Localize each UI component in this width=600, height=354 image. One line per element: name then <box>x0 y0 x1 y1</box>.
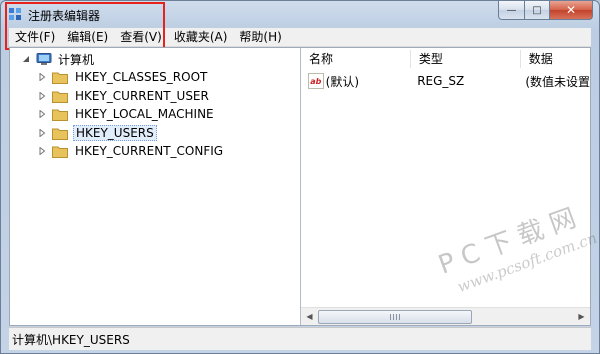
close-button[interactable]: ✕ <box>550 1 593 20</box>
tree-root-row[interactable]: 计算机 <box>22 50 96 68</box>
expanded-arrow-icon[interactable] <box>22 55 30 63</box>
folder-icon <box>52 91 68 103</box>
tree-item-hkey-classes-root[interactable]: HKEY_CLASSES_ROOT <box>38 68 209 86</box>
tree-item-hkey-local-machine[interactable]: HKEY_LOCAL_MACHINE <box>38 105 216 123</box>
tree-root-label: 计算机 <box>58 52 95 67</box>
caption-buttons: — □ ✕ <box>498 1 593 20</box>
minimize-button[interactable]: — <box>498 1 525 20</box>
column-header-name[interactable]: 名称 <box>301 48 410 70</box>
registry-editor-window: 注册表编辑器 — □ ✕ 文件(F) 编辑(E) 查看(V) 收藏夹(A) 帮助… <box>0 0 600 354</box>
column-header-data[interactable]: 数据 <box>521 48 590 70</box>
maximize-icon: □ <box>532 4 542 16</box>
folder-icon <box>52 128 68 140</box>
status-path: 计算机\HKEY_USERS <box>12 332 130 347</box>
list-row[interactable]: ab (默认) REG_SZ (数值未设置 <box>301 72 590 90</box>
maximize-button[interactable]: □ <box>525 1 550 20</box>
scrollbar-thumb[interactable] <box>318 310 472 324</box>
tree-item-label: HKEY_CLASSES_ROOT <box>75 70 208 84</box>
tree-item-label-selected: HKEY_USERS <box>73 125 157 141</box>
scroll-left-arrow-icon[interactable]: ◀ <box>301 308 318 325</box>
key-tree-pane[interactable]: 计算机 HKEY_CLASSES_ROOT HKEY_CURRENT_USER … <box>10 48 301 325</box>
collapsed-arrow-icon[interactable] <box>38 73 46 81</box>
value-type: REG_SZ <box>417 74 465 88</box>
folder-icon <box>52 109 68 121</box>
tree-item-hkey-users[interactable]: HKEY_USERS <box>38 124 157 142</box>
value-name: (默认) <box>325 74 360 89</box>
column-header-type[interactable]: 类型 <box>411 48 520 70</box>
scroll-right-arrow-icon[interactable]: ▶ <box>573 308 590 325</box>
collapsed-arrow-icon[interactable] <box>38 147 46 155</box>
horizontal-scrollbar[interactable]: ◀ ▶ <box>301 307 590 325</box>
column-headers: 名称 类型 数据 <box>301 48 590 70</box>
menu-help[interactable]: 帮助(H) <box>233 28 287 46</box>
menu-favorites[interactable]: 收藏夹(A) <box>168 28 234 46</box>
tree-item-hkey-current-user[interactable]: HKEY_CURRENT_USER <box>38 87 211 105</box>
reg-string-icon: ab <box>308 73 324 89</box>
scrollbar-grip-icon <box>390 314 400 320</box>
minimize-icon: — <box>506 4 517 16</box>
tree-item-label: HKEY_CURRENT_CONFIG <box>75 144 224 158</box>
folder-icon <box>52 72 68 84</box>
collapsed-arrow-icon[interactable] <box>38 129 46 137</box>
annotation-highlight-box <box>5 2 165 50</box>
collapsed-arrow-icon[interactable] <box>38 110 46 118</box>
tree-item-label: HKEY_CURRENT_USER <box>75 89 209 103</box>
value-data: (数值未设置 <box>525 74 591 89</box>
close-icon: ✕ <box>565 3 577 17</box>
collapsed-arrow-icon[interactable] <box>38 92 46 100</box>
main-content: 计算机 HKEY_CLASSES_ROOT HKEY_CURRENT_USER … <box>9 47 591 326</box>
tree-item-hkey-current-config[interactable]: HKEY_CURRENT_CONFIG <box>38 142 225 160</box>
values-list-pane[interactable]: 名称 类型 数据 ab (默认) REG_SZ (数值未设置 ◀ ▶ <box>301 48 590 325</box>
folder-icon <box>52 146 68 158</box>
status-bar: 计算机\HKEY_USERS <box>9 327 591 350</box>
tree-item-label: HKEY_LOCAL_MACHINE <box>75 107 214 121</box>
computer-icon <box>36 52 52 65</box>
